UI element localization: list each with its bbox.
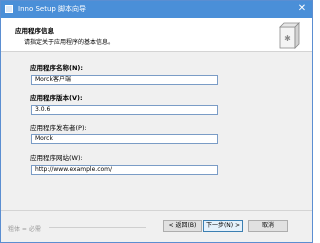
cancel-button[interactable]: 取消: [248, 220, 288, 232]
wizard-header: 应用程序信息 请指定关于应用程序的基本信息。 ✱: [1, 18, 312, 52]
app-name-input[interactable]: Morck客户端: [31, 75, 218, 85]
page-title: 应用程序信息: [15, 27, 54, 35]
footer-divider: [1, 210, 312, 211]
app-website-label: 应用程序网站(W):: [30, 154, 83, 162]
next-button[interactable]: 下一步(N) >: [203, 220, 243, 232]
app-name-label: 应用程序名称(N):: [30, 64, 83, 72]
page-subtitle: 请指定关于应用程序的基本信息。: [24, 39, 115, 46]
app-publisher-label: 应用程序发布者(P):: [30, 124, 87, 132]
title-bar[interactable]: Inno Setup 脚本向导 ✕: [1, 1, 312, 18]
window-title: Inno Setup 脚本向导: [18, 5, 87, 13]
close-button[interactable]: ✕: [294, 1, 310, 17]
app-version-input[interactable]: 3.0.6: [31, 105, 218, 115]
footer-separator-line: [49, 227, 146, 228]
app-website-input[interactable]: http://www.example.com/: [31, 165, 218, 175]
setup-box-icon: ✱: [279, 22, 300, 49]
wizard-window: Inno Setup 脚本向导 ✕ 应用程序信息 请指定关于应用程序的基本信息。…: [0, 0, 313, 243]
back-button[interactable]: < 返回(B): [163, 220, 202, 232]
wizard-content: 应用程序名称(N): Morck客户端 应用程序版本(V): 3.0.6 应用程…: [1, 52, 312, 210]
window-icon: [5, 5, 13, 13]
required-note: 粗体 = 必需: [8, 226, 41, 233]
app-publisher-input[interactable]: Morck: [31, 134, 218, 144]
svg-text:✱: ✱: [284, 34, 291, 43]
app-version-label: 应用程序版本(V):: [30, 94, 83, 102]
